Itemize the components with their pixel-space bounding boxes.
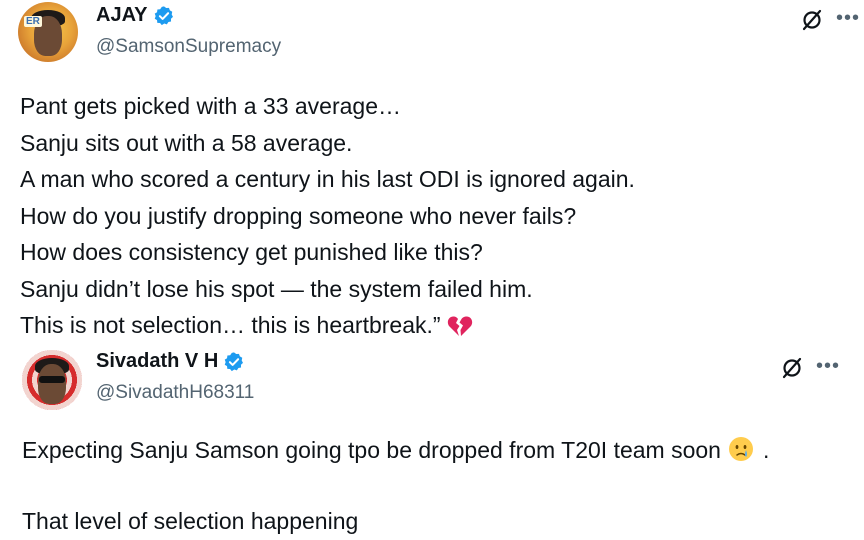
tweet-sivadath[interactable]: Sivadath V H @SivadathH68311 ••• Expecti… [0, 336, 864, 540]
verified-badge-icon [225, 351, 244, 371]
more-icon[interactable]: ••• [816, 356, 840, 376]
author-handle[interactable]: @SivadathH68311 [96, 382, 254, 404]
author-handle[interactable]: @SamsonSupremacy [96, 36, 281, 58]
tweet-ajay[interactable]: ER AJAY @SamsonSupremacy ••• Pant gets p… [0, 0, 864, 338]
avatar-sunglasses [39, 376, 65, 383]
tweet-line: How does consistency get punished like t… [20, 239, 483, 265]
avatar[interactable] [22, 350, 82, 410]
author-name-text[interactable]: AJAY [96, 4, 148, 27]
grok-icon[interactable] [800, 8, 824, 32]
tweet-line: A man who scored a century in his last O… [20, 166, 635, 192]
crying-face-icon [728, 437, 753, 461]
author-name-text[interactable]: Sivadath V H [96, 350, 218, 373]
tweet-line: Pant gets picked with a 33 average… [20, 93, 402, 119]
author-name[interactable]: Sivadath V H [96, 350, 245, 373]
tweet-line: Sanju didn’t lose his spot — the system … [20, 275, 533, 302]
broken-heart-icon [447, 316, 472, 336]
tweet-text: Expecting Sanju Samson going tpo be drop… [22, 432, 769, 539]
author-name[interactable]: AJAY [96, 4, 175, 27]
grok-icon[interactable] [780, 356, 804, 380]
tweet-line: Expecting Sanju Samson going tpo be drop… [22, 432, 769, 468]
avatar[interactable]: ER [18, 2, 78, 62]
more-icon[interactable]: ••• [836, 8, 860, 28]
tweet-line: This is not selection… this is heartbrea… [20, 312, 441, 338]
avatar-tag: ER [24, 16, 42, 27]
verified-badge-icon [154, 5, 173, 25]
tweet-line-suffix: . [762, 437, 770, 463]
tweet-line: Sanju sits out with a 58 average. [20, 129, 353, 156]
tweet-line: That level of selection happening [22, 508, 359, 534]
tweet-text: Pant gets picked with a 33 average… Sanj… [20, 88, 635, 344]
tweet-line: How do you justify dropping someone who … [20, 202, 577, 229]
tweet-line-text: Expecting Sanju Samson going tpo be drop… [22, 437, 721, 463]
avatar-face [38, 364, 66, 404]
